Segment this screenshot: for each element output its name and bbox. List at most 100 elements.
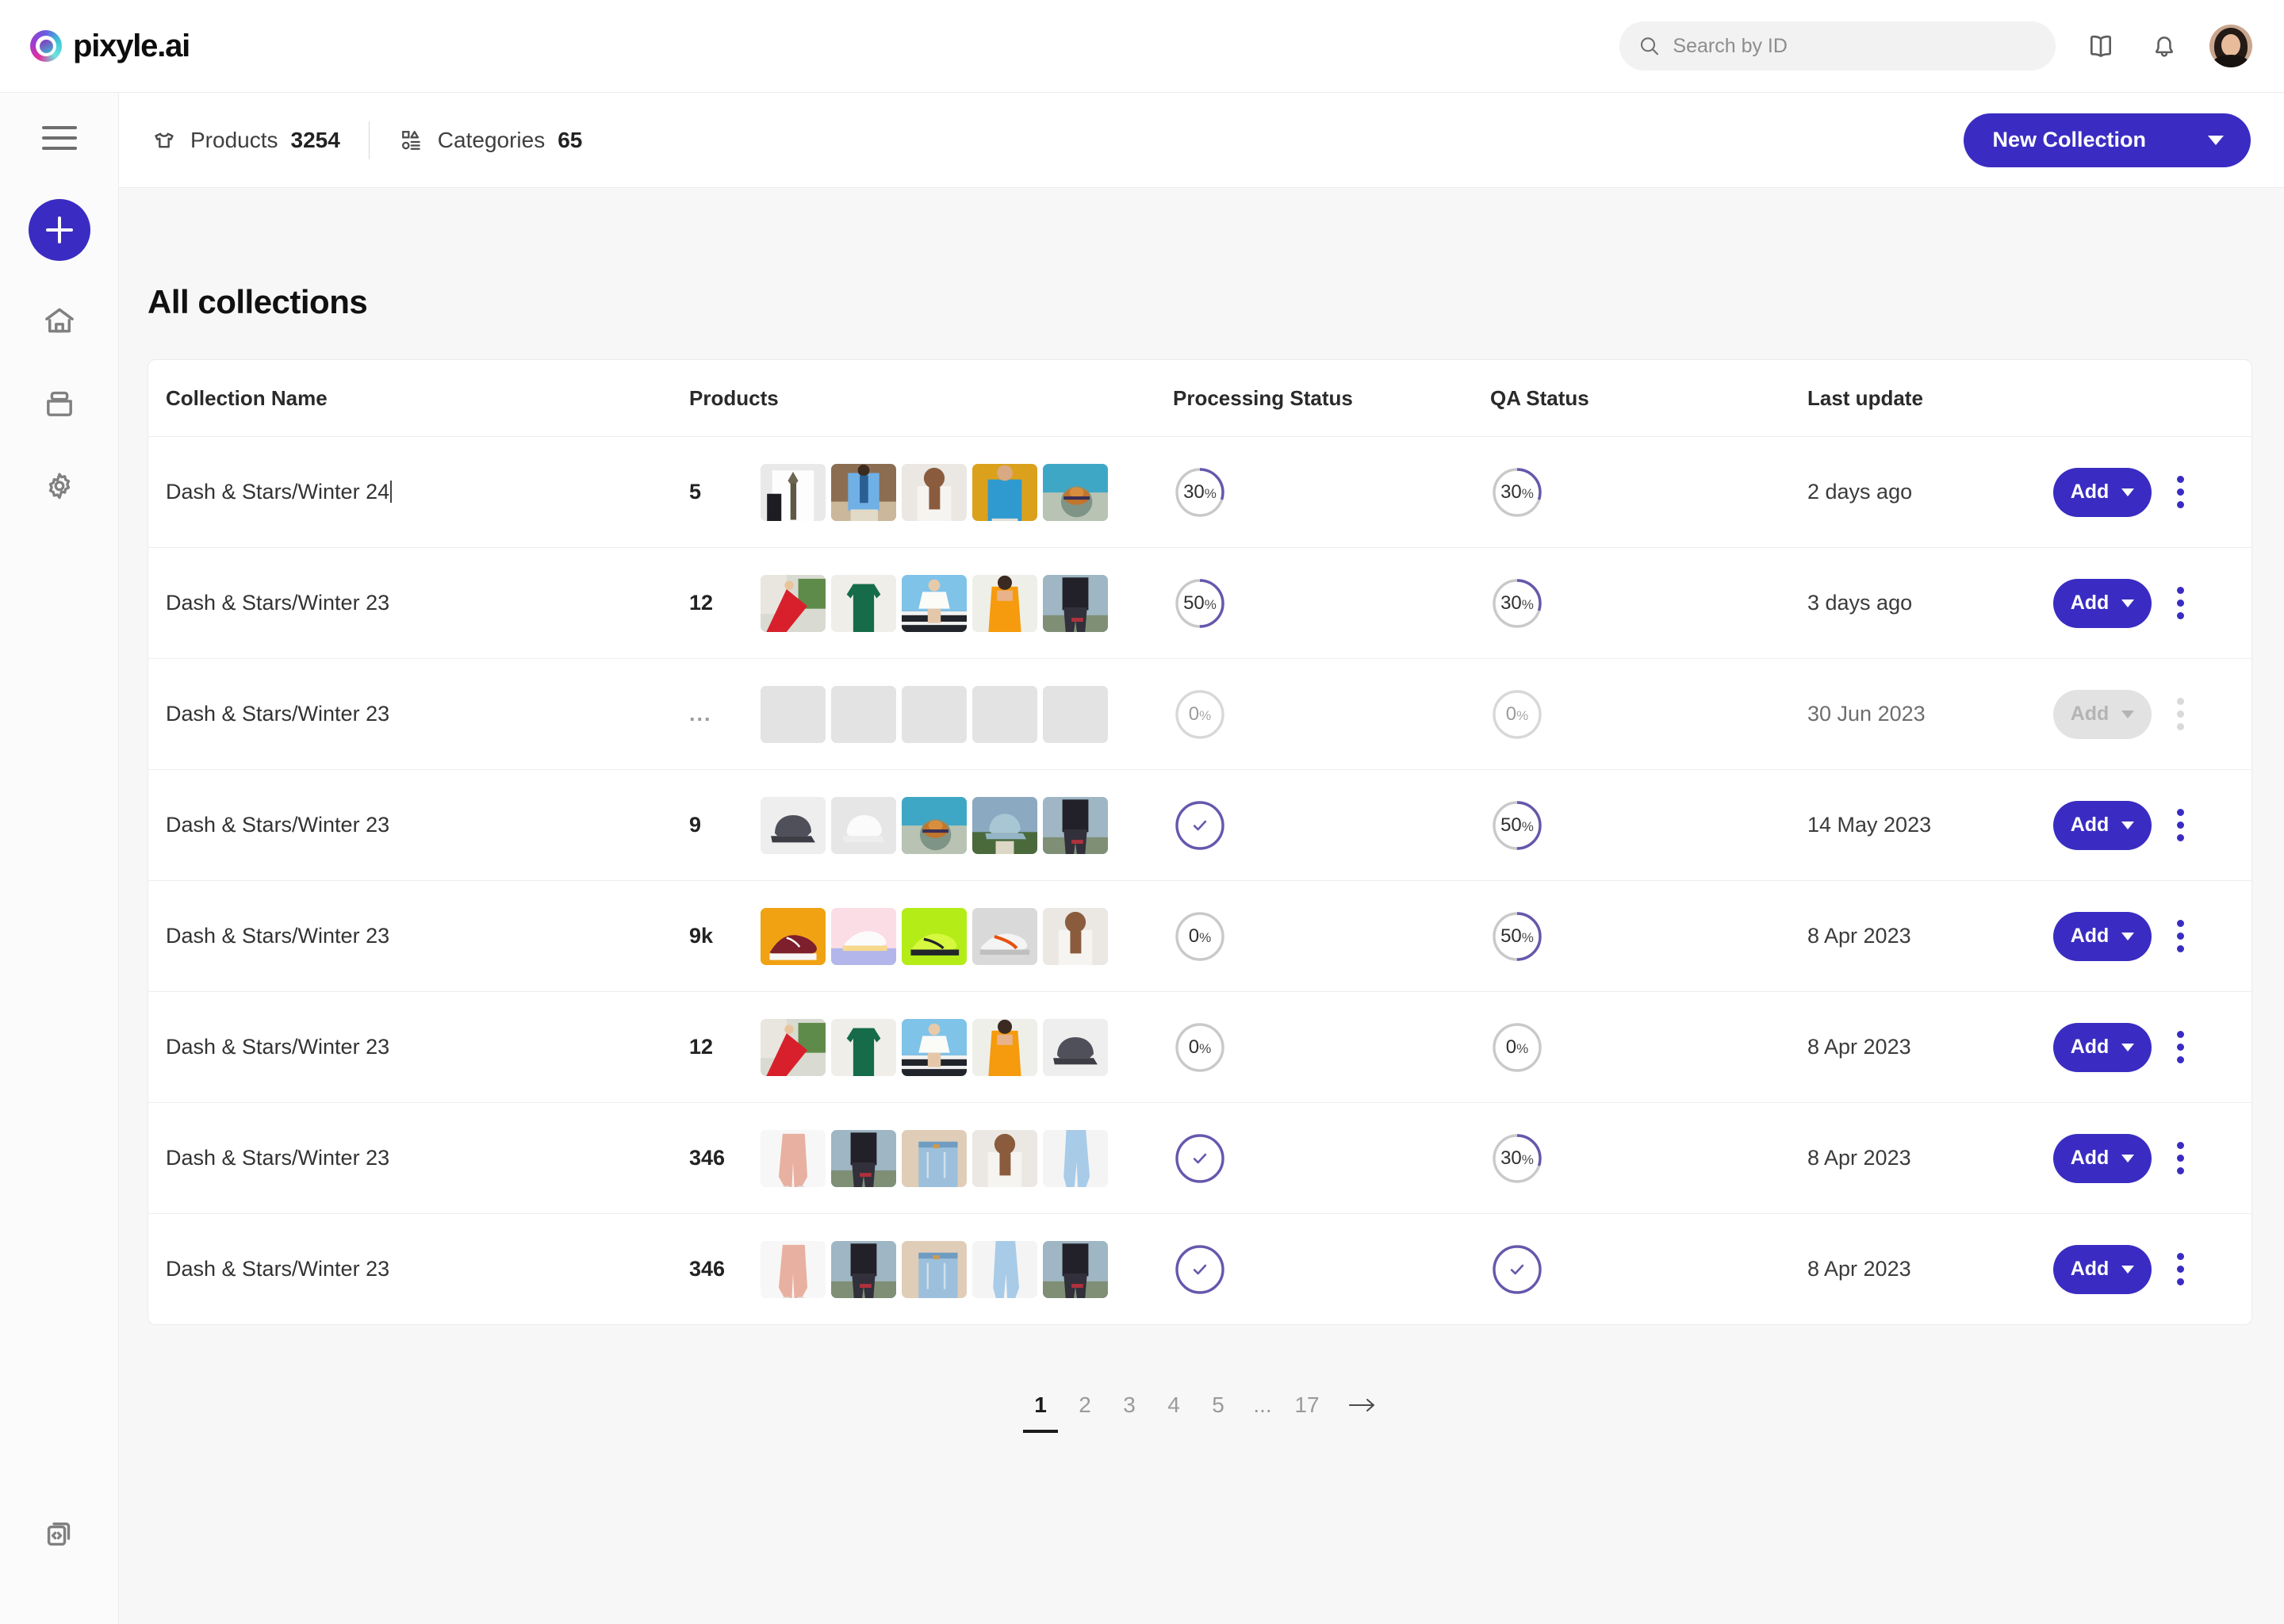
search-input[interactable] [1673,34,2037,58]
collection-name[interactable]: Dash & Stars/Winter 24 [148,480,672,504]
product-thumbnail[interactable] [761,1018,826,1076]
product-thumbnail[interactable] [1043,1018,1108,1076]
row-menu-icon[interactable] [2172,471,2189,513]
add-button[interactable]: Add [2053,1133,2152,1183]
table-row[interactable]: Dash & Stars/Winter 23 12 50% 30% 3 days ago… [148,547,2251,658]
row-menu-icon[interactable] [2172,582,2189,624]
product-thumbnail[interactable] [831,463,896,521]
pagination-page[interactable]: 5 [1196,1382,1240,1428]
product-thumbnail[interactable] [902,907,967,965]
product-thumbnail[interactable] [972,685,1037,743]
product-thumbnail[interactable] [972,907,1037,965]
product-thumbnail[interactable] [972,1018,1037,1076]
product-thumbnail[interactable] [972,574,1037,632]
table-row[interactable]: Dash & Stars/Winter 24 5 30% 30% 2 days ago A… [148,436,2251,547]
book-icon[interactable] [2083,28,2119,64]
product-thumbnail[interactable] [831,1018,896,1076]
product-thumbnail[interactable] [761,796,826,854]
last-update-cell: 2 days ago [1807,480,1913,504]
product-thumbnail[interactable] [761,574,826,632]
sidebar-item-archive[interactable] [37,381,82,426]
product-thumbnail[interactable] [831,907,896,965]
add-button[interactable]: Add [2053,800,2152,850]
collection-name[interactable]: Dash & Stars/Winter 23 [148,813,672,837]
plus-icon[interactable] [28,199,90,261]
categories-icon [401,130,420,150]
pixyle-eye-logo-icon [30,30,62,62]
pagination-page[interactable]: 2 [1063,1382,1107,1428]
product-thumbnail[interactable] [972,1240,1037,1298]
sidebar-item-settings[interactable] [37,464,82,508]
sidebar-item-home[interactable] [37,299,82,343]
product-thumbnail[interactable] [902,685,967,743]
new-collection-button[interactable]: New Collection [1964,113,2251,167]
table-row[interactable]: Dash & Stars/Winter 23 9 50% 14 May 2023 Add [148,769,2251,880]
product-thumbnail[interactable] [761,907,826,965]
product-thumbnail[interactable] [831,1240,896,1298]
last-update-cell: 30 Jun 2023 [1807,702,1926,726]
product-thumbnail[interactable] [831,1129,896,1187]
collection-name[interactable]: Dash & Stars/Winter 23 [148,591,672,615]
product-thumbnail[interactable] [761,1240,826,1298]
collection-name[interactable]: Dash & Stars/Winter 23 [148,702,672,726]
product-thumbnail[interactable] [761,463,826,521]
progress-value: 30% [1500,1147,1534,1169]
row-menu-icon[interactable] [2172,804,2189,846]
product-thumbnail[interactable] [902,574,967,632]
row-actions: Add [2036,1022,2251,1072]
chevron-down-icon [2121,1265,2135,1274]
brand-logo[interactable]: pixyle.ai [30,29,190,64]
pagination-page[interactable]: 4 [1152,1382,1196,1428]
product-thumbnail[interactable] [831,796,896,854]
table-row[interactable]: Dash & Stars/Winter 23 12 0% 0% 8 Apr 2023 Ad… [148,991,2251,1102]
product-thumbnail[interactable] [1043,574,1108,632]
product-thumbnail[interactable] [831,574,896,632]
row-menu-icon[interactable] [2172,1026,2189,1068]
collection-name[interactable]: Dash & Stars/Winter 23 [148,924,672,948]
product-thumbnail[interactable] [902,463,967,521]
top-bar: pixyle.ai [0,0,2284,93]
product-thumbnail[interactable] [761,685,826,743]
product-thumbnail[interactable] [1043,1129,1108,1187]
collection-name[interactable]: Dash & Stars/Winter 23 [148,1257,672,1281]
product-thumbnail[interactable] [902,1018,967,1076]
product-thumbnail[interactable] [972,796,1037,854]
processing-status-ring: 0% [1173,910,1227,963]
product-thumbnail[interactable] [902,796,967,854]
row-menu-icon[interactable] [2172,1137,2189,1179]
row-menu-icon[interactable] [2172,1248,2189,1290]
search-box[interactable] [1619,21,2056,71]
table-row[interactable]: Dash & Stars/Winter 23... 0% 0% 30 Jun 2023… [148,658,2251,769]
add-button[interactable]: Add [2053,1244,2152,1294]
product-thumbnail[interactable] [902,1129,967,1187]
row-menu-icon[interactable] [2172,915,2189,957]
collection-name[interactable]: Dash & Stars/Winter 23 [148,1146,672,1170]
product-thumbnail[interactable] [761,1129,826,1187]
bell-icon[interactable] [2146,28,2182,64]
product-thumbnail[interactable] [1043,463,1108,521]
product-thumbnail[interactable] [972,463,1037,521]
add-button[interactable]: Add [2053,578,2152,628]
product-thumbnail[interactable] [902,1240,967,1298]
collection-name[interactable]: Dash & Stars/Winter 23 [148,1035,672,1059]
add-button[interactable]: Add [2053,911,2152,961]
chevron-down-icon [2208,135,2224,145]
product-thumbnail[interactable] [1043,796,1108,854]
product-thumbnail[interactable] [972,1129,1037,1187]
table-row[interactable]: Dash & Stars/Winter 23 9k 0% 50% 8 Apr 2023 A… [148,880,2251,991]
product-thumbnail[interactable] [1043,907,1108,965]
pagination-page[interactable]: 3 [1107,1382,1152,1428]
arrow-right-icon[interactable] [1340,1382,1385,1428]
sidebar-item-api[interactable] [37,1511,82,1556]
pagination-page[interactable]: 1 [1018,1382,1063,1433]
table-row[interactable]: Dash & Stars/Winter 23 346 8 Apr 2023 Add [148,1213,2251,1324]
product-thumbnail[interactable] [831,685,896,743]
pagination-page[interactable]: 17 [1285,1382,1329,1428]
add-button[interactable]: Add [2053,1022,2152,1072]
product-thumbnail[interactable] [1043,1240,1108,1298]
avatar[interactable] [2209,25,2252,67]
hamburger-icon[interactable] [41,126,77,150]
add-button[interactable]: Add [2053,467,2152,517]
product-thumbnail[interactable] [1043,685,1108,743]
table-row[interactable]: Dash & Stars/Winter 23 346 30% 8 Apr 2023 Ad… [148,1102,2251,1213]
